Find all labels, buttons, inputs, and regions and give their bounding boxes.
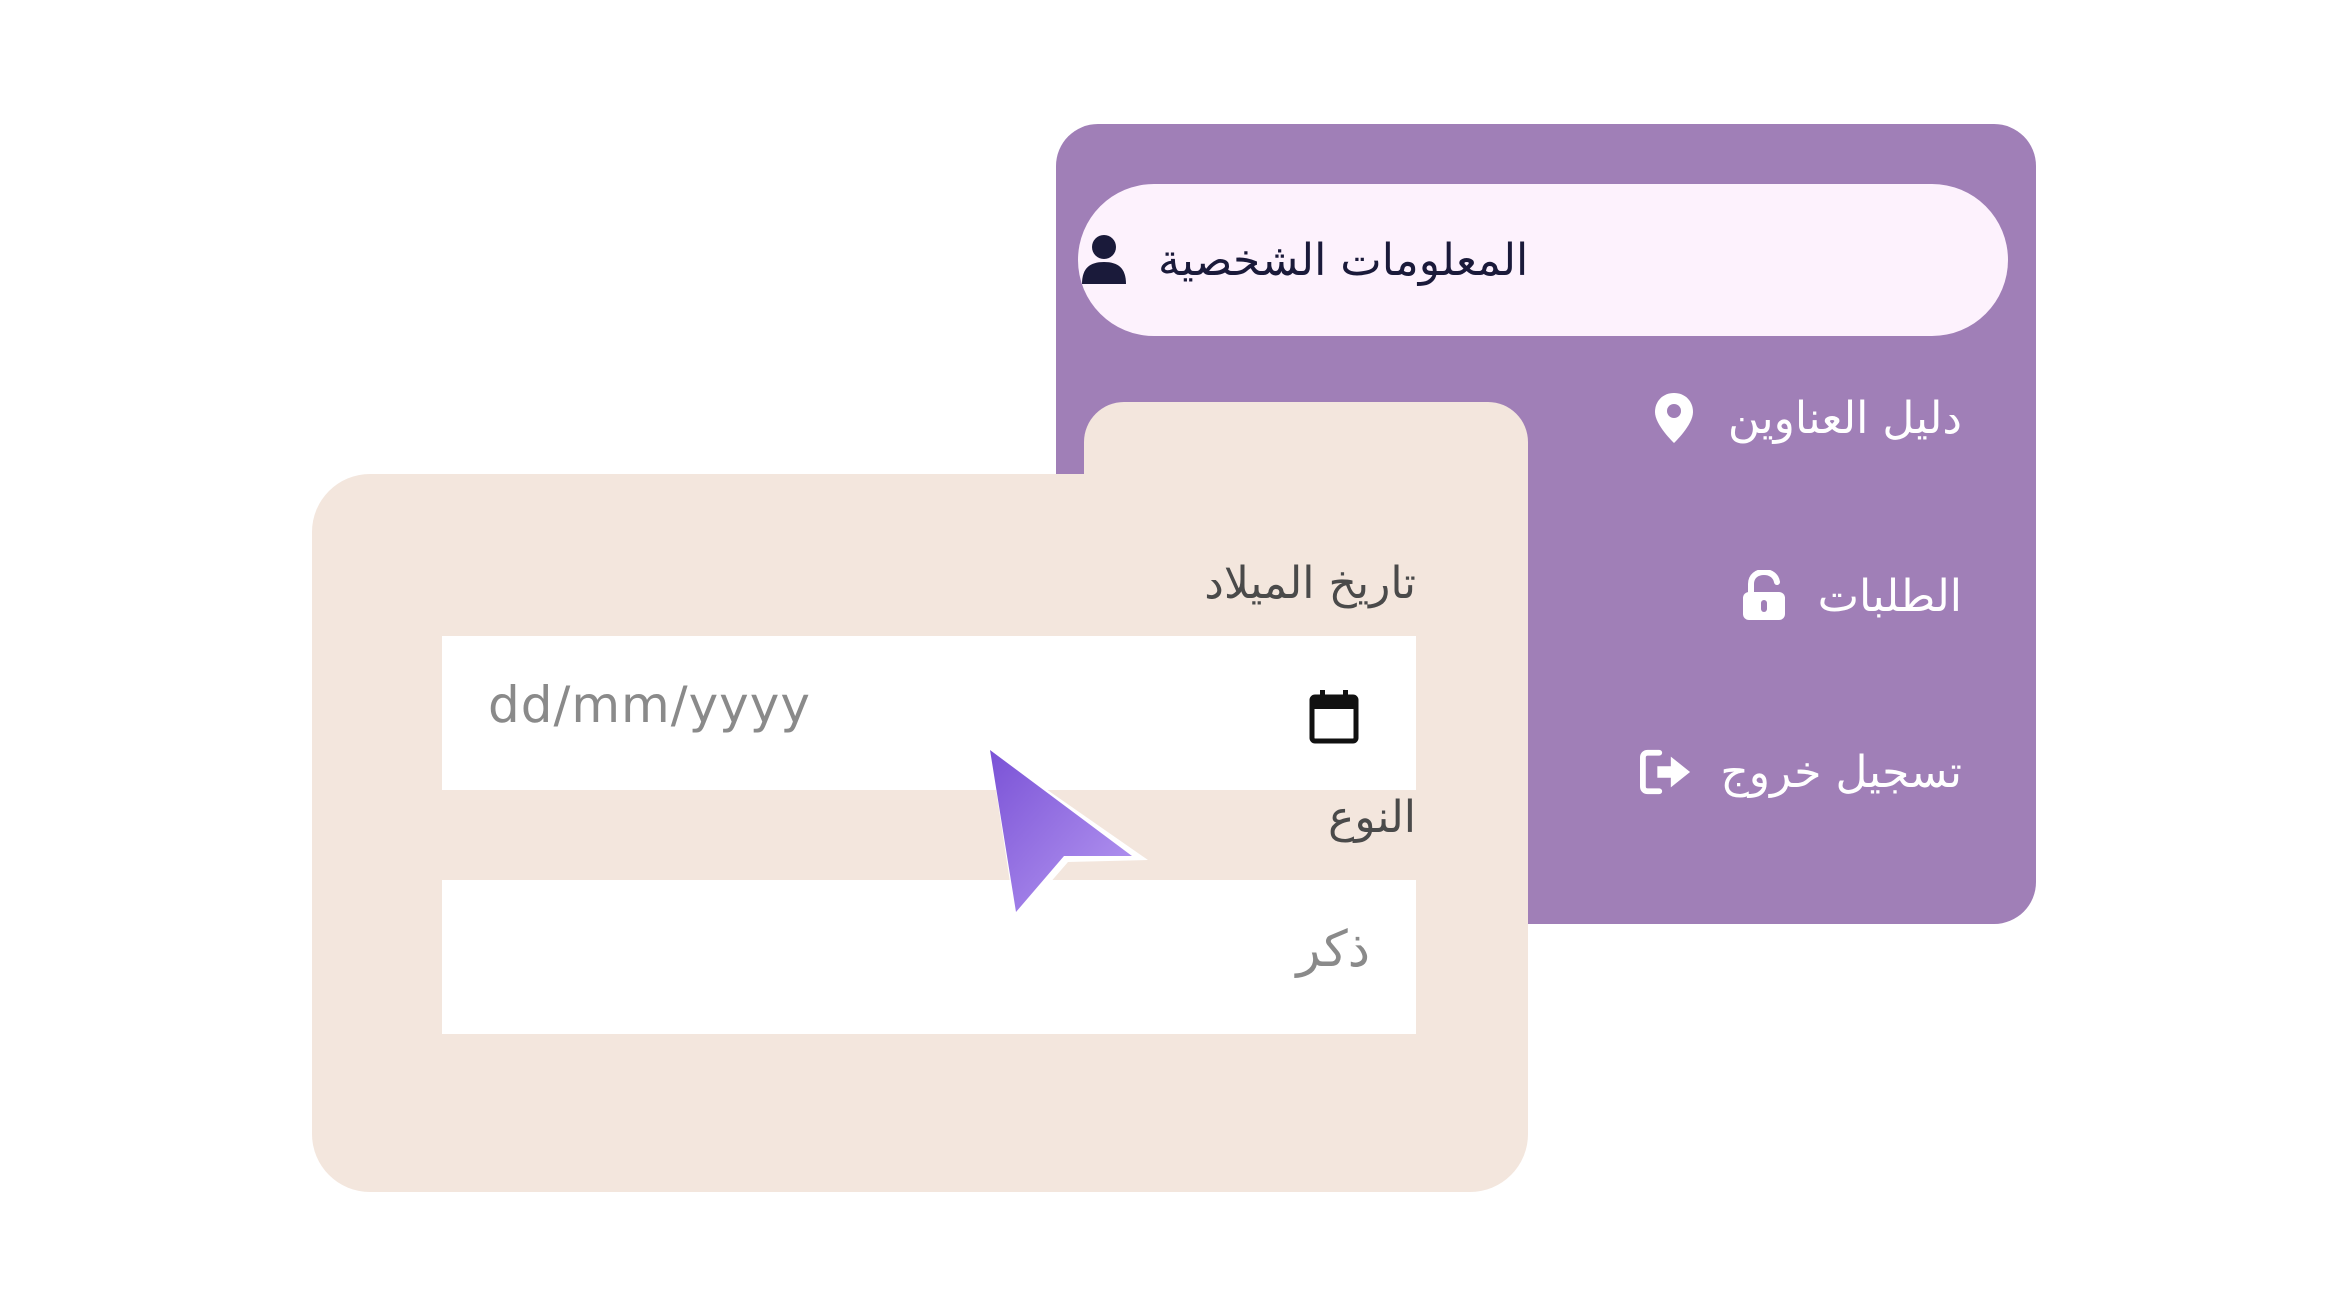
gender-value: ذكر [1296,920,1370,978]
menu-item-label: تسجيل خروج [1720,746,1962,798]
gender-label: النوع [1328,792,1416,843]
unlock-icon [1738,570,1790,622]
menu-item-logout[interactable]: تسجيل خروج [1640,746,1962,798]
map-pin-icon [1648,392,1700,444]
menu-item-personal-info[interactable]: المعلومات الشخصية [1078,184,2008,336]
menu-item-label: دليل العناوين [1727,392,1962,444]
stage: المعلومات الشخصية دليل العناوين الطلبات [0,0,2332,1312]
calendar-icon[interactable] [1308,688,1360,744]
cursor-arrow-icon [980,740,1160,930]
menu-item-address-book[interactable]: دليل العناوين [1648,392,1962,444]
sign-out-icon [1640,746,1692,798]
birthdate-input[interactable]: dd/mm/yyyy [442,636,1416,790]
gender-select[interactable]: ذكر [442,880,1416,1034]
birthdate-placeholder: dd/mm/yyyy [488,676,811,734]
personal-info-form-card: تاريخ الميلاد dd/mm/yyyy النوع ذكر [312,474,1528,1192]
user-icon [1078,234,1130,286]
menu-item-orders[interactable]: الطلبات [1738,570,1962,622]
birthdate-label: تاريخ الميلاد [1204,558,1416,609]
menu-item-label: الطلبات [1817,570,1962,622]
menu-item-label: المعلومات الشخصية [1158,234,1529,286]
